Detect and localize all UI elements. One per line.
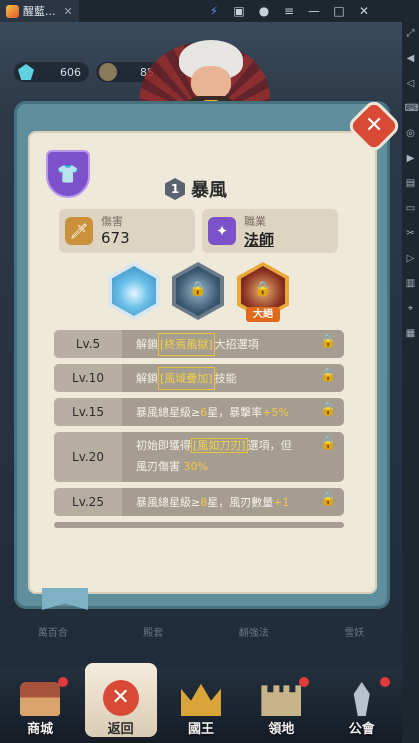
under-label: 殿套 (143, 628, 164, 639)
coin-icon (99, 63, 117, 81)
nav-shop[interactable]: 商城 (4, 671, 76, 737)
lock-icon: 🔒 (320, 334, 337, 349)
sync-icon[interactable]: ▥ (405, 276, 417, 292)
multi-instance-icon[interactable]: ▦ (405, 326, 417, 342)
app-tab[interactable]: 醒藍... ✕ (0, 0, 79, 22)
equipment-badge: 👕 (46, 150, 90, 198)
screenshot-icon[interactable]: ◎ (405, 126, 417, 142)
folder-icon[interactable]: ▭ (405, 201, 417, 217)
close-window-icon[interactable]: ✕ (356, 3, 372, 19)
crown-icon (180, 683, 221, 716)
maximize-icon[interactable]: □ (331, 3, 347, 19)
under-label: 萬百合 (37, 628, 68, 639)
gem-counter[interactable]: 606 (14, 62, 89, 82)
lock-icon: 🔒 (320, 436, 337, 451)
location-icon[interactable]: ⌖ (405, 301, 417, 317)
level-row: Lv.10 解鎖 [風域疊加] 技能 🔒 (54, 364, 344, 392)
expand-icon[interactable]: ⤢ (405, 26, 417, 42)
skill-title: 1 暴風 (165, 176, 227, 202)
notification-dot (58, 677, 69, 687)
lock-icon: 🔒 (320, 368, 337, 383)
nav-king[interactable]: 國王 (165, 671, 237, 737)
castle-icon (261, 685, 302, 716)
apk-icon[interactable]: ▤ (405, 176, 417, 192)
tab-close-icon[interactable]: ✕ (64, 5, 73, 18)
damage-stat: 🗡 傷害 673 (59, 209, 195, 253)
level-row-partial (54, 522, 344, 528)
app-icon (6, 4, 19, 18)
class-stat: ✦ 職業 法師 (202, 209, 338, 253)
ultimate-tag: 大絕 (246, 307, 280, 322)
gift-icon[interactable]: ▣ (231, 3, 247, 19)
emulator-sidebar: ⤢ ◀ ◁ ⌨ ◎ ▶ ▤ ▭ ✂ ▷ ▥ ⌖ ▦ (402, 22, 419, 743)
volume-down-icon[interactable]: ◁ (405, 76, 417, 92)
lock-icon: 🔒 (254, 281, 272, 297)
return-icon: ✕ (102, 680, 139, 716)
under-label: 雪妖 (344, 628, 365, 639)
sword-icon: 🗡 (65, 217, 93, 245)
skill-number: 1 (165, 178, 185, 200)
level-row: Lv.15 暴風總星級≥ 6 星，暴擊率 +5% 🔒 (54, 398, 344, 426)
notification-dot (299, 677, 310, 687)
tornado-icon (112, 266, 156, 316)
app-tab-title: 醒藍... (23, 5, 56, 18)
macro-icon[interactable]: ▷ (405, 251, 417, 267)
lock-icon: 🔒 (189, 281, 207, 297)
lock-icon: 🔒 (320, 492, 337, 507)
close-icon: ✕ (364, 113, 384, 138)
gem-icon (18, 64, 34, 80)
shop-icon (20, 682, 61, 716)
nav-guild[interactable]: 公會 (326, 671, 398, 737)
lock-icon: 🔒 (320, 402, 337, 417)
level-row: Lv.20 初始即獲得 [風如刀刃] 選項，但 風刃傷害 30% 🔒 (54, 432, 344, 482)
notification-dot (379, 677, 390, 687)
menu-icon[interactable]: ≡ (281, 3, 297, 19)
boost-icon[interactable]: ⚡ (206, 3, 222, 19)
minimize-icon[interactable]: — (306, 3, 322, 19)
volume-icon[interactable]: ◀ (405, 51, 417, 67)
level-unlock-list: Lv.5 解鎖 [終焉風獄] 大招選項 🔒 Lv.10 解鎖 [風域疊加] 技能 🔒 L… (54, 330, 344, 534)
bottom-nav: 商城 ✕ 返回 國王 領地 公會 (0, 663, 402, 743)
emulator-titlebar: 醒藍... ✕ ⚡ ▣ ● ≡ — □ ✕ (0, 0, 419, 22)
nav-territory[interactable]: 領地 (245, 671, 317, 737)
cut-icon[interactable]: ✂ (405, 226, 417, 242)
guild-icon (353, 682, 370, 716)
shirt-icon: 👕 (56, 163, 80, 185)
keyboard-icon[interactable]: ⌨ (405, 101, 419, 117)
skill-name: 暴風 (191, 180, 227, 201)
record-icon[interactable]: ▶ (405, 151, 417, 167)
account-icon[interactable]: ● (256, 3, 272, 19)
nav-return[interactable]: ✕ 返回 (84, 663, 157, 737)
level-row: Lv.25 暴風總星級≥ 8 星，風刃數量 +1 🔒 (54, 488, 344, 516)
level-row: Lv.5 解鎖 [終焉風獄] 大招選項 🔒 (54, 330, 344, 358)
under-label: 翻強法 (238, 628, 269, 639)
staff-icon: ✦ (208, 217, 236, 245)
hidden-labels: 萬百合 殿套 翻強法 雪妖 (0, 624, 402, 639)
